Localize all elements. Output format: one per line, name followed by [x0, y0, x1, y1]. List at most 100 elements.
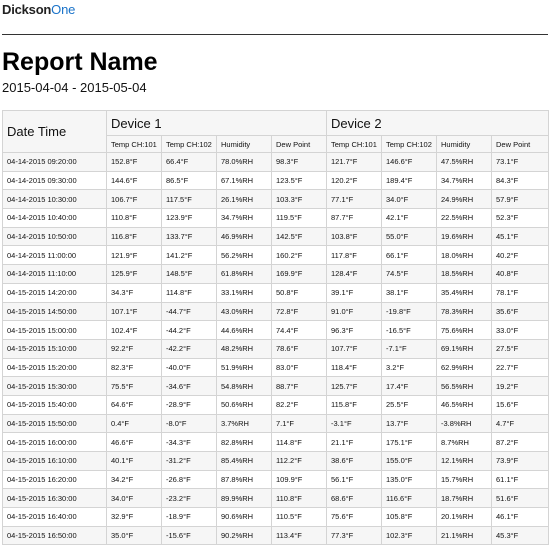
- table-row: 04-15-2015 16:20:00 34.2°F -26.8°F 87.8%RH 1…: [2, 469, 550, 490]
- reading-cell: 89.9%RH: [216, 488, 272, 509]
- row-datetime-cell: 04-15-2015 16:20:00: [2, 469, 107, 490]
- reading-cell: 66.4°F: [161, 152, 217, 172]
- reading-cell: 73.9°F: [491, 451, 550, 471]
- reading-cell: 125.9°F: [106, 264, 162, 284]
- reading-cell: 26.1%RH: [216, 189, 272, 210]
- reading-cell: 116.8°F: [106, 226, 162, 247]
- reading-cell: 64.6°F: [106, 394, 162, 415]
- row-datetime-cell: 04-14-2015 09:30:00: [2, 170, 107, 191]
- datetime-header: Date Time: [2, 110, 107, 153]
- reading-cell: 18.5%RH: [436, 264, 493, 284]
- report-title: Report Name: [2, 48, 158, 76]
- reading-cell: 52.3°F: [491, 208, 550, 228]
- reading-cell: 19.6%RH: [436, 226, 493, 247]
- reading-cell: 123.9°F: [161, 208, 217, 228]
- reading-cell: 75.6%RH: [436, 320, 493, 340]
- reading-cell: 103.8°F: [326, 226, 383, 247]
- reading-cell: 77.1°F: [326, 189, 383, 210]
- row-datetime-cell: 04-15-2015 15:10:00: [2, 338, 107, 359]
- reading-cell: 38.1°F: [381, 282, 438, 303]
- reading-cell: 116.6°F: [381, 488, 438, 509]
- reading-cell: 160.2°F: [270, 245, 328, 266]
- device-2-header: Device 2: [326, 110, 550, 136]
- reading-cell: 78.1°F: [491, 282, 550, 303]
- row-datetime-cell: 04-14-2015 11:10:00: [2, 264, 107, 284]
- reading-cell: -15.6°F: [161, 525, 217, 545]
- reading-cell: 33.1%RH: [216, 282, 272, 303]
- app-header: DicksonOne: [0, 0, 550, 20]
- reading-cell: 34.3°F: [106, 282, 162, 303]
- reading-cell: 91.0°F: [326, 301, 383, 322]
- reading-cell: 86.5°F: [161, 170, 217, 191]
- row-datetime-cell: 04-15-2015 14:50:00: [2, 301, 107, 322]
- row-datetime-cell: 04-15-2015 16:50:00: [2, 525, 107, 545]
- reading-cell: 35.6°F: [491, 301, 550, 322]
- reading-cell: -18.9°F: [161, 507, 217, 527]
- reading-cell: 18.0%RH: [436, 245, 493, 266]
- reading-cell: 68.6°F: [326, 488, 383, 509]
- reading-cell: 15.6°F: [491, 394, 550, 415]
- reading-cell: 107.1°F: [106, 301, 162, 322]
- reading-cell: 114.8°F: [161, 282, 217, 303]
- reading-cell: 39.1°F: [326, 282, 383, 303]
- reading-cell: 4.7°F: [491, 413, 550, 434]
- reading-cell: 117.5°F: [161, 189, 217, 210]
- reading-cell: 112.2°F: [270, 451, 328, 471]
- reading-cell: 24.9%RH: [436, 189, 493, 210]
- reading-cell: 3.7%RH: [216, 413, 272, 434]
- reading-cell: 75.5°F: [106, 376, 162, 396]
- header-divider: [2, 34, 548, 35]
- reading-cell: 120.2°F: [326, 170, 383, 191]
- table-row: 04-15-2015 15:00:00 102.4°F -44.2°F 44.6%RH…: [2, 320, 550, 340]
- reading-cell: 90.6%RH: [216, 507, 272, 527]
- reading-cell: 7.1°F: [270, 413, 328, 434]
- reading-cell: 121.9°F: [106, 245, 162, 266]
- table-row: 04-15-2015 14:50:00 107.1°F -44.7°F 43.0%RH…: [2, 301, 550, 322]
- reading-cell: 50.8°F: [270, 282, 328, 303]
- reading-cell: 103.3°F: [270, 189, 328, 210]
- reading-cell: 105.8°F: [381, 507, 438, 527]
- reading-cell: 38.6°F: [326, 451, 383, 471]
- reading-cell: -34.6°F: [161, 376, 217, 396]
- reading-cell: 74.5°F: [381, 264, 438, 284]
- reading-cell: -3.1°F: [326, 413, 383, 434]
- table-row: 04-14-2015 09:20:00 152.8°F 66.4°F 78.0%RH 9…: [2, 152, 550, 172]
- reading-cell: 110.8°F: [106, 208, 162, 228]
- dicksonone-logo[interactable]: DicksonOne: [2, 2, 75, 17]
- table-row: 04-15-2015 15:30:00 75.5°F -34.6°F 54.8%RH 8…: [2, 376, 550, 396]
- row-datetime-cell: 04-15-2015 15:20:00: [2, 357, 107, 378]
- reading-cell: 88.7°F: [270, 376, 328, 396]
- reading-cell: 34.0°F: [106, 488, 162, 509]
- reading-cell: 17.4°F: [381, 376, 438, 396]
- table-row: 04-15-2015 15:10:00 92.2°F -42.2°F 48.2%RH 7…: [2, 338, 550, 359]
- row-datetime-cell: 04-14-2015 11:00:00: [2, 245, 107, 266]
- column-header: Temp CH:102: [381, 135, 438, 153]
- table-row: 04-14-2015 11:10:00 125.9°F 148.5°F 61.8%RH…: [2, 264, 550, 284]
- reading-cell: 82.2°F: [270, 394, 328, 415]
- reading-cell: 3.2°F: [381, 357, 438, 378]
- reading-cell: 15.7%RH: [436, 469, 493, 490]
- table-row: 04-15-2015 16:40:00 32.9°F -18.9°F 90.6%RH 1…: [2, 507, 550, 527]
- column-header: Humidity: [436, 135, 493, 153]
- reading-cell: 102.4°F: [106, 320, 162, 340]
- reading-cell: 169.9°F: [270, 264, 328, 284]
- table-row: 04-15-2015 14:20:00 34.3°F 114.8°F 33.1%RH 5…: [2, 282, 550, 303]
- reading-cell: 57.9°F: [491, 189, 550, 210]
- reading-cell: -19.8°F: [381, 301, 438, 322]
- reading-cell: 54.8%RH: [216, 376, 272, 396]
- row-datetime-cell: 04-15-2015 16:00:00: [2, 432, 107, 452]
- reading-cell: 61.8%RH: [216, 264, 272, 284]
- reading-cell: 115.8°F: [326, 394, 383, 415]
- report-date-range: 2015-04-04 - 2015-05-04: [2, 80, 147, 95]
- reading-cell: 67.1%RH: [216, 170, 272, 191]
- row-datetime-cell: 04-15-2015 16:10:00: [2, 451, 107, 471]
- reading-cell: 110.5°F: [270, 507, 328, 527]
- reading-cell: 123.5°F: [270, 170, 328, 191]
- reading-cell: 8.7%RH: [436, 432, 493, 452]
- reading-cell: 110.8°F: [270, 488, 328, 509]
- device-header-row: Date Time Device 1 Device 2: [2, 110, 550, 153]
- reading-cell: 61.1°F: [491, 469, 550, 490]
- column-header: Temp CH:102: [161, 135, 217, 153]
- reading-cell: 18.7%RH: [436, 488, 493, 509]
- table-row: 04-15-2015 15:50:00 0.4°F -8.0°F 3.7%RH 7.1°…: [2, 413, 550, 434]
